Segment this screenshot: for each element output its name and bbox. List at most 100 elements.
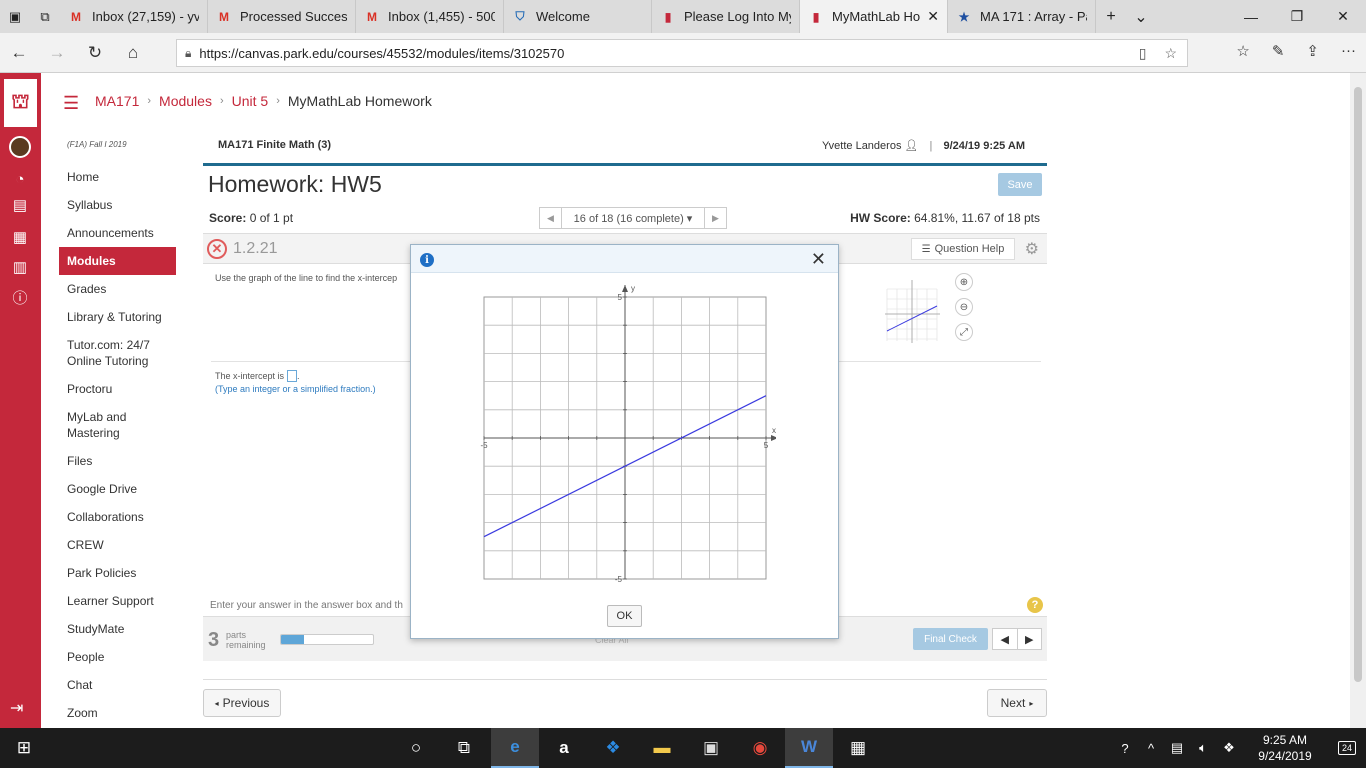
next-question-arrow-icon[interactable]: ▶	[704, 208, 726, 228]
help-tray-icon[interactable]: ?	[1112, 741, 1138, 756]
course-nav-item-studymate[interactable]: StudyMate	[59, 621, 176, 637]
parts-count: 3	[208, 629, 220, 651]
course-nav-item-grades[interactable]: Grades	[59, 281, 176, 297]
course-nav-item-google-drive[interactable]: Google Drive	[59, 481, 176, 497]
file-explorer-icon[interactable]: ▬	[638, 728, 686, 768]
avatar[interactable]	[9, 136, 31, 158]
gear-icon[interactable]: ⚙	[1025, 239, 1039, 259]
browser-tab[interactable]: ★ MA 171 : Array - Pa	[948, 0, 1096, 33]
browser-tab[interactable]: ▮ MyMathLab Ho ✕	[800, 0, 948, 33]
zoom-out-icon[interactable]: ⊖	[955, 298, 973, 316]
course-nav-item-files[interactable]: Files	[59, 453, 176, 469]
more-icon[interactable]: ···	[1341, 42, 1356, 60]
back-button[interactable]: ←	[0, 43, 38, 63]
chevron-up-icon[interactable]: ^	[1138, 741, 1164, 756]
course-nav-item-syllabus[interactable]: Syllabus	[59, 197, 176, 213]
course-nav-item-learner-support[interactable]: Learner Support	[59, 593, 176, 609]
calendar-icon[interactable]: ▦	[10, 227, 30, 247]
windows-start-icon[interactable]: ⊞	[0, 728, 48, 768]
help-question-icon[interactable]: ?	[1027, 597, 1043, 613]
browser-tab[interactable]: ⛉ Welcome	[504, 0, 652, 33]
cortana-icon[interactable]: ○	[392, 728, 440, 768]
hamburger-menu-icon[interactable]: ☰	[63, 93, 79, 114]
volume-icon[interactable]: 🔈︎	[1190, 740, 1216, 756]
clock[interactable]: 9:25 AM 9/24/2019	[1242, 732, 1328, 764]
scrollbar-thumb[interactable]	[1354, 87, 1362, 682]
course-nav-item-library-tutoring[interactable]: Library & Tutoring	[59, 309, 176, 325]
expand-icon[interactable]: ⤢	[955, 323, 973, 341]
home-button[interactable]: ⌂	[114, 43, 152, 63]
notifications-button[interactable]: 24	[1328, 741, 1366, 755]
clock-time: 9:25 AM	[1262, 733, 1308, 747]
ok-button[interactable]: OK	[607, 605, 642, 627]
help-icon[interactable]: ⓘ	[10, 287, 30, 307]
course-nav-item-collaborations[interactable]: Collaborations	[59, 509, 176, 525]
new-tab-button[interactable]: +	[1096, 0, 1126, 33]
breadcrumb-modules[interactable]: Modules	[159, 93, 212, 109]
amazon-icon[interactable]: a	[540, 728, 588, 768]
previous-button[interactable]: ◂ Previous	[203, 689, 281, 717]
course-nav-item-chat[interactable]: Chat	[59, 677, 176, 693]
dashboard-icon[interactable]: ◔	[10, 169, 30, 189]
restore-button[interactable]: ❐	[1274, 0, 1320, 33]
network-icon[interactable]: ▤	[1164, 740, 1190, 756]
question-selector[interactable]: 16 of 18 (16 complete) ▾	[562, 212, 704, 225]
question-number: 1.2.21	[233, 240, 278, 257]
favorites-icon[interactable]: ☆	[1236, 42, 1249, 60]
close-window-button[interactable]: ✕	[1320, 0, 1366, 33]
edge-icon[interactable]: e	[491, 728, 539, 768]
course-nav-item-mylab-and-mastering[interactable]: MyLab and Mastering	[59, 409, 169, 441]
final-check-button[interactable]: Final Check	[913, 628, 988, 650]
courses-icon[interactable]: ▤	[10, 195, 30, 215]
answer-input[interactable]	[287, 370, 298, 382]
chrome-icon[interactable]: ◉	[736, 728, 784, 768]
pen-icon[interactable]: ✎	[1272, 42, 1285, 60]
next-button[interactable]: Next ▸	[987, 689, 1047, 717]
dropbox-tray-icon[interactable]: ❖	[1216, 740, 1242, 756]
task-view-icon[interactable]: ⧉	[440, 728, 488, 768]
minimize-button[interactable]: —	[1228, 0, 1274, 33]
zoom-in-icon[interactable]: ⊕	[955, 273, 973, 291]
url-field[interactable]: 🔒︎ https://canvas.park.edu/courses/45532…	[176, 39, 1188, 67]
browser-tab[interactable]: M Inbox (27,159) - yv	[60, 0, 208, 33]
course-nav-item-proctoru[interactable]: Proctoru	[59, 381, 176, 397]
favorite-star-icon[interactable]: ☆	[1164, 45, 1177, 62]
question-help-button[interactable]: ☰ Question Help	[911, 238, 1015, 260]
course-nav-item-tutor-com-24-7-online-tutoring[interactable]: Tutor.com: 24/7 Online Tutoring	[59, 337, 169, 369]
save-button[interactable]: Save	[998, 173, 1042, 196]
course-nav-item-park-policies[interactable]: Park Policies	[59, 565, 176, 581]
breadcrumb-unit[interactable]: Unit 5	[232, 93, 269, 109]
course-nav-item-crew[interactable]: CREW	[59, 537, 176, 553]
browser-tab[interactable]: M Processed Successf	[208, 0, 356, 33]
course-nav-item-modules[interactable]: Modules	[59, 247, 176, 275]
thumbnail-graph[interactable]	[883, 275, 941, 345]
forward-button[interactable]: →	[38, 43, 76, 63]
dropbox-icon[interactable]: ❖	[589, 728, 637, 768]
window-menu-icon[interactable]: ▣	[0, 0, 30, 33]
browser-tab[interactable]: ▮ Please Log Into My	[652, 0, 800, 33]
browser-tab[interactable]: M Inbox (1,455) - 500	[356, 0, 504, 33]
course-nav-item-zoom[interactable]: Zoom	[59, 705, 176, 721]
footer-prev-arrow-icon[interactable]: ◀	[993, 629, 1018, 649]
course-nav-item-people[interactable]: People	[59, 649, 176, 665]
prev-question-arrow-icon[interactable]: ◀	[540, 208, 562, 228]
tab-aside-icon[interactable]: ⧉	[30, 0, 60, 33]
calculator-icon[interactable]: ▦	[834, 728, 882, 768]
refresh-button[interactable]: ↻	[76, 43, 114, 63]
inbox-icon[interactable]: ▥	[10, 257, 30, 277]
scrollbar[interactable]	[1350, 73, 1366, 728]
breadcrumb-course[interactable]: MA171	[95, 93, 139, 109]
share-icon[interactable]: ⇪	[1306, 42, 1319, 60]
close-tab-icon[interactable]: ✕	[927, 8, 939, 25]
reading-view-icon[interactable]: ▯	[1139, 45, 1147, 62]
footer-next-arrow-icon[interactable]: ▶	[1018, 629, 1042, 649]
course-nav-item-announcements[interactable]: Announcements	[59, 225, 176, 241]
user-info: Yvette Landeros 👤︎ | 9/24/19 9:25 AM	[821, 140, 1025, 152]
collapse-nav-icon[interactable]: ⇥	[10, 698, 23, 718]
tab-preview-chevron-icon[interactable]: ⌄	[1126, 0, 1156, 33]
course-nav-item-home[interactable]: Home	[59, 169, 176, 185]
park-logo[interactable]: ⛫	[4, 79, 37, 127]
word-icon[interactable]: W	[785, 728, 833, 768]
store-icon[interactable]: ▣	[687, 728, 735, 768]
close-icon[interactable]: ✕	[811, 249, 826, 270]
